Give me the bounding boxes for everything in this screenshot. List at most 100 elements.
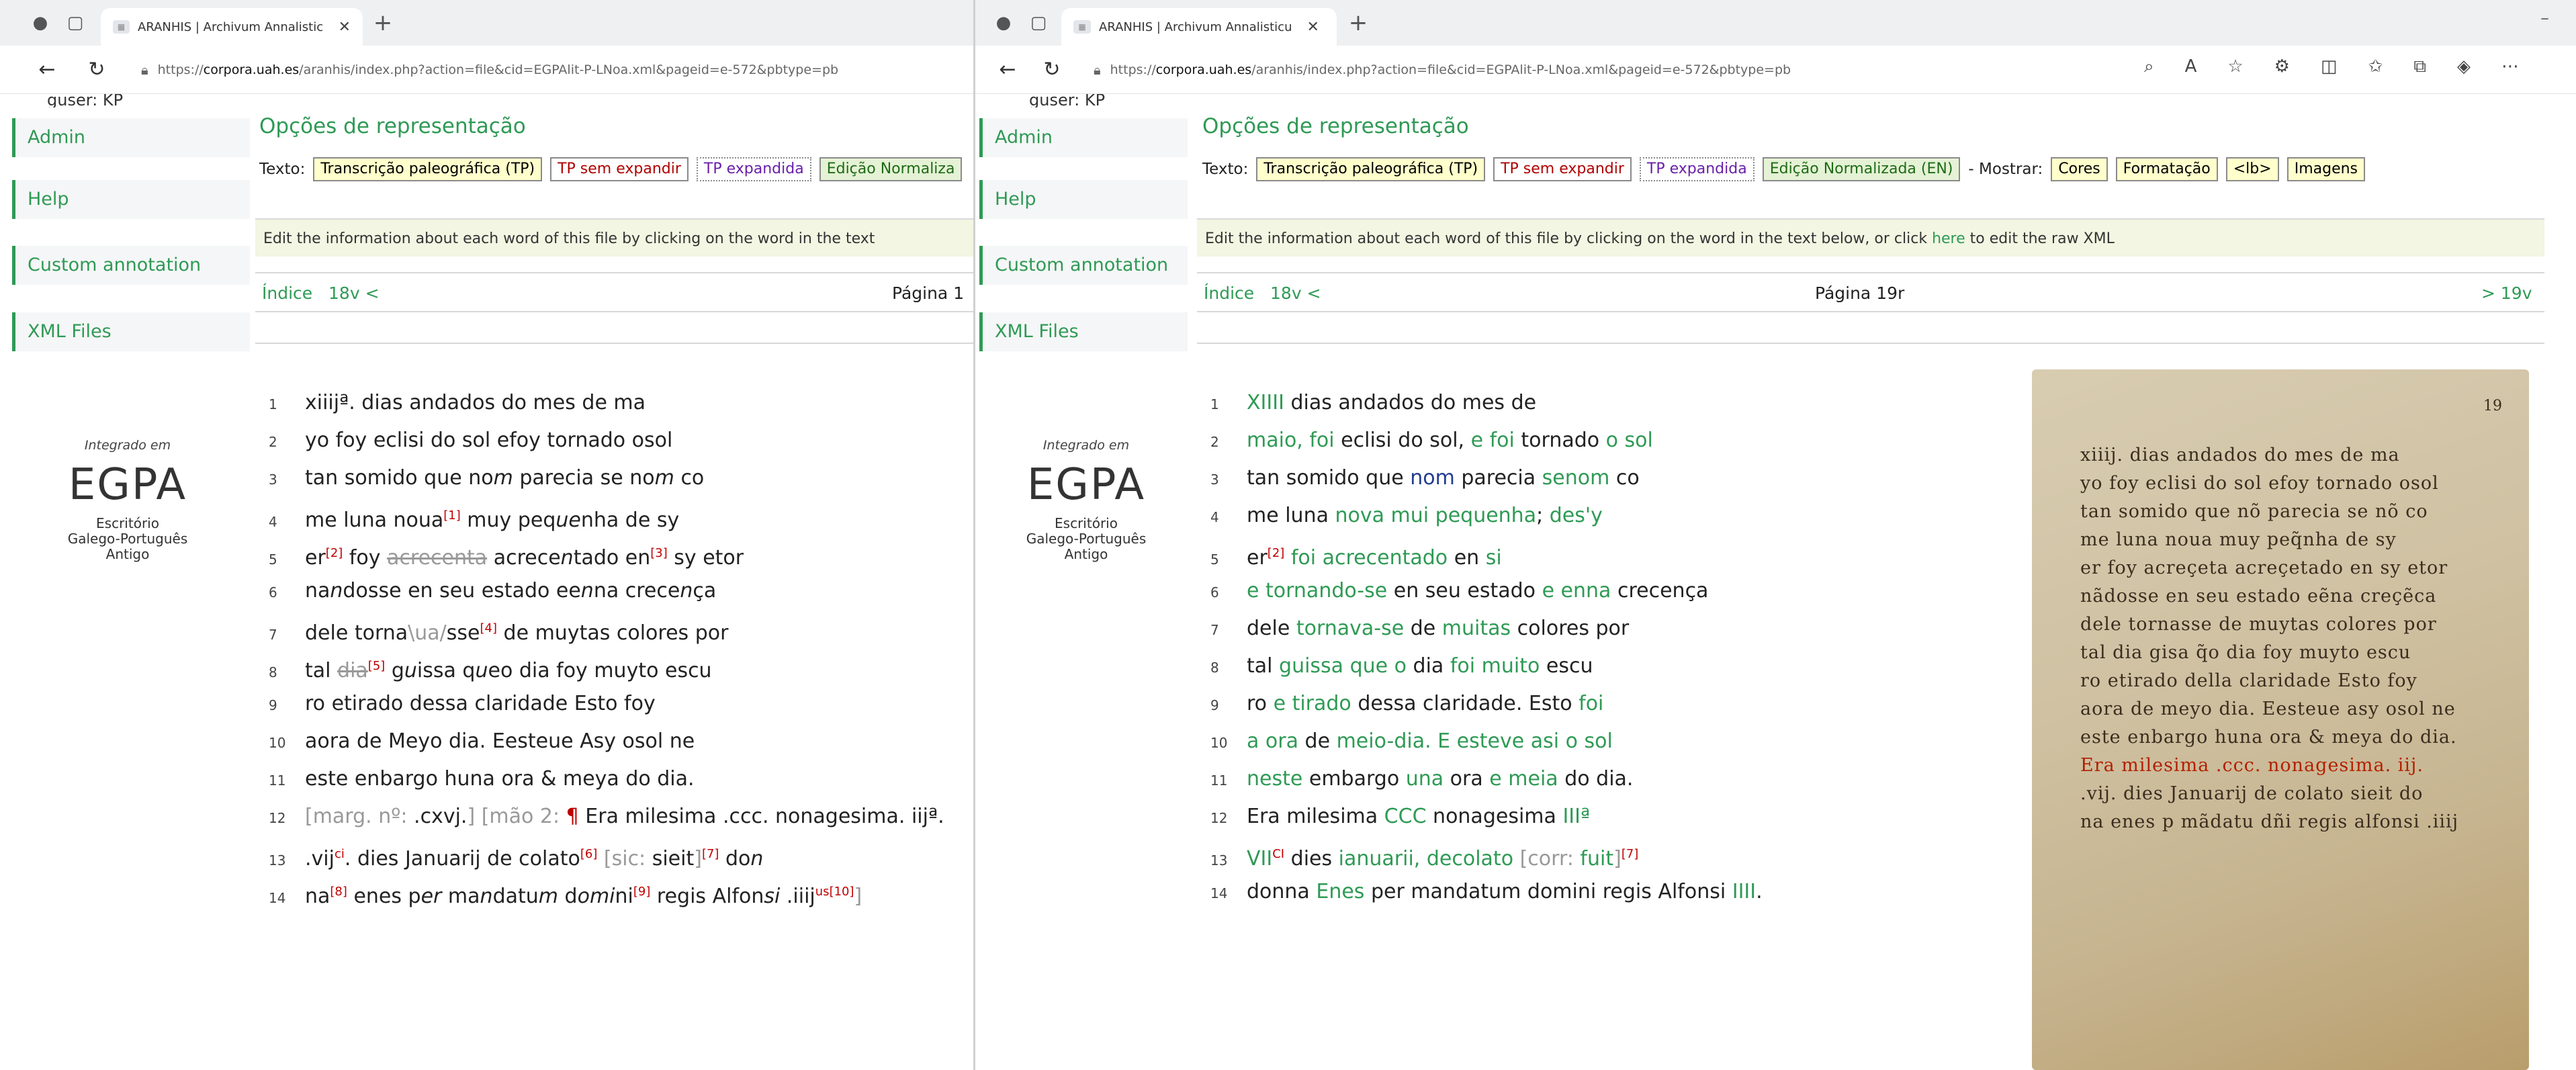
word-span[interactable]: er [305, 546, 326, 570]
word-span[interactable]: er [1247, 546, 1268, 570]
word-span[interactable]: meio-dia. E esteve asi o sol [1337, 729, 1613, 753]
refresh-icon[interactable]: ↻ [1038, 56, 1065, 83]
word-span[interactable]: dies [1284, 847, 1339, 871]
word-span[interactable]: dosse en seu estado ee [343, 579, 580, 603]
manuscript-image[interactable]: 19 xiiij. dias andados do mes de ma yo fo… [2032, 369, 2529, 1070]
sidebar-item-admin[interactable]: Admin [979, 118, 1188, 157]
word-span[interactable]: colores por [1511, 617, 1630, 640]
sidebar-item-help[interactable]: Help [979, 180, 1188, 219]
word-span[interactable]: nova mui pequenha [1335, 504, 1537, 527]
word-span[interactable]: VII [1247, 847, 1272, 871]
word-span[interactable]: sy etor [668, 546, 744, 570]
word-span[interactable]: eclisi do sol, [1335, 429, 1471, 452]
word-span[interactable]: ni [615, 885, 633, 908]
word-span[interactable]: foi acrecentado [1291, 546, 1448, 570]
word-span[interactable]: issa q [417, 659, 476, 682]
word-span[interactable]: dia [1407, 654, 1450, 678]
footnote-marker[interactable]: [9] [633, 885, 651, 899]
word-span[interactable]: dele [1247, 617, 1296, 640]
word-span[interactable]: n [750, 847, 763, 871]
word-span[interactable]: tornado [1515, 429, 1606, 452]
word-span[interactable]: Era milesima [1247, 805, 1384, 828]
word-span[interactable]: u [475, 659, 488, 682]
option-tp-expandida[interactable]: TP expandida [696, 157, 811, 181]
close-tab-icon[interactable]: ✕ [1307, 19, 1319, 36]
footnote-marker[interactable]: [10] [830, 885, 854, 899]
word-span[interactable]: acrecenta [387, 546, 487, 570]
word-span[interactable]: ianuarii, decolato [1339, 847, 1513, 871]
footnote-marker[interactable]: us [815, 885, 830, 899]
word-span[interactable]: d [558, 885, 578, 908]
word-span[interactable]: na [305, 579, 330, 603]
word-span[interactable]: dele torna [305, 621, 408, 645]
option-tp-sem-expandir[interactable]: TP sem expandir [1493, 157, 1632, 181]
word-span[interactable]: g [385, 659, 404, 682]
word-span[interactable]: parecia [1455, 466, 1542, 490]
browser-tab[interactable]: ▦ ARANHIS | Archivum Annalisticu ✕ [1061, 8, 1337, 46]
word-span[interactable]: IIII [1732, 880, 1756, 903]
zoom-icon[interactable]: ⌕ [2144, 56, 2154, 77]
option-edicao-normalizada[interactable]: Edição Normalizada (EN) [1762, 157, 1961, 181]
word-span[interactable]: [marg. nº: [305, 805, 414, 828]
word-span[interactable]: ] [mão 2: [467, 805, 566, 828]
word-span[interactable]: ] [1613, 847, 1622, 871]
sidebar-item-custom-annotation[interactable]: Custom annotation [12, 246, 250, 285]
word-span[interactable]: des'y [1550, 504, 1603, 527]
word-span[interactable]: e enna [1542, 579, 1611, 603]
option-tp[interactable]: Transcrição paleográfica (TP) [1256, 157, 1486, 181]
word-span[interactable]: m [539, 885, 558, 908]
footnote-marker[interactable]: [2] [1268, 546, 1285, 560]
footnote-marker[interactable]: [5] [368, 659, 386, 673]
word-span[interactable]: m [494, 466, 513, 490]
collections-icon[interactable]: ⧉ [2413, 56, 2426, 77]
close-tab-icon[interactable]: ✕ [339, 19, 351, 36]
footnote-marker[interactable]: CI [1272, 847, 1284, 861]
index-link[interactable]: Índice 18v < [262, 273, 380, 314]
footnote-marker[interactable]: [2] [326, 546, 343, 560]
show-formatacao-button[interactable]: Formatação [2115, 157, 2218, 181]
footnote-marker[interactable]: ci [335, 847, 345, 861]
egpa-logo[interactable]: EGPA [0, 460, 255, 510]
egpa-logo[interactable]: EGPA [975, 460, 1197, 510]
word-span[interactable]: [corr: [1513, 847, 1580, 871]
footnote-marker[interactable]: [4] [480, 621, 498, 635]
word-span[interactable]: nom [1410, 466, 1455, 490]
word-span[interactable]: foi [1579, 692, 1603, 715]
new-tab-button[interactable]: + [1346, 9, 1370, 36]
word-span[interactable]: maio, foi [1247, 429, 1335, 452]
word-span[interactable]: datu [493, 885, 539, 908]
word-span[interactable]: na crece [594, 579, 680, 603]
edit-xml-link[interactable]: here [1932, 230, 1965, 247]
word-span[interactable]: tornava-se [1296, 617, 1404, 640]
word-span[interactable]: en [1448, 546, 1486, 570]
word-span[interactable]: do dia. [1558, 767, 1633, 791]
url-field[interactable]: 🔒︎ https://corpora.uah.es/aranhis/index.… [1094, 55, 1900, 85]
word-span[interactable]: m [655, 466, 674, 490]
refresh-icon[interactable]: ↻ [83, 56, 110, 83]
word-span[interactable]: tal [1247, 654, 1279, 678]
word-span[interactable]: CCC [1384, 805, 1427, 828]
word-span[interactable]: \ua/ [408, 621, 447, 645]
word-span[interactable]: per mandatum domini regis Alfonsi [1364, 880, 1732, 903]
word-span[interactable]: ora [1444, 767, 1489, 791]
word-span[interactable]: e foi [1471, 429, 1515, 452]
word-span[interactable]: er [421, 885, 442, 908]
sidebar-item-xml-files[interactable]: XML Files [12, 312, 250, 351]
word-span[interactable] [1284, 546, 1291, 570]
word-span[interactable]: parecia se no [513, 466, 654, 490]
favorite-star-icon[interactable]: ☆ [2227, 56, 2243, 77]
option-tp-expandida[interactable]: TP expandida [1639, 157, 1755, 181]
word-span[interactable]: si [1486, 546, 1502, 570]
footnote-marker[interactable]: [7] [702, 847, 719, 861]
word-span[interactable]: fuit [1580, 847, 1613, 871]
split-screen-icon[interactable]: ◫ [2321, 56, 2338, 77]
word-span[interactable]: ue [556, 508, 580, 532]
footnote-marker[interactable]: [6] [580, 847, 598, 861]
word-span[interactable]: me luna noua [305, 508, 443, 532]
word-span[interactable]: si [764, 885, 780, 908]
word-span[interactable]: n [330, 579, 343, 603]
word-span[interactable]: E [579, 805, 598, 828]
word-span[interactable]: n [680, 579, 693, 603]
word-span[interactable]: neste [1247, 767, 1302, 791]
word-span[interactable]: ; [1536, 504, 1550, 527]
